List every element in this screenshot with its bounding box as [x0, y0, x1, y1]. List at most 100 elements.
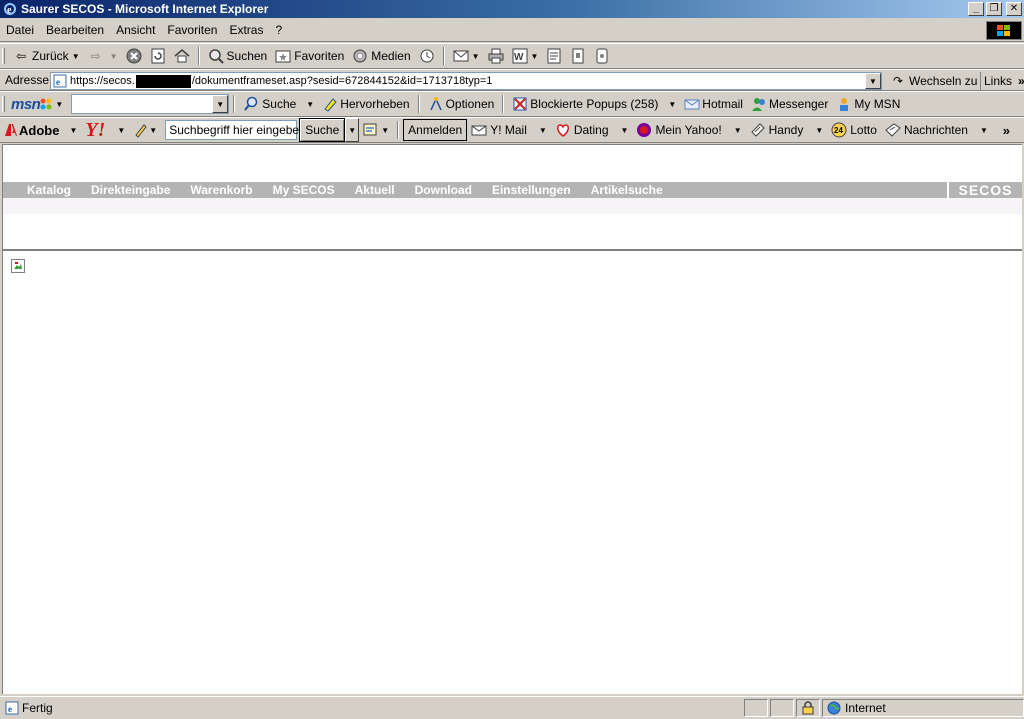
- yahoo-search-button-label: Suche: [305, 123, 340, 137]
- nav-einstellungen[interactable]: Einstellungen: [482, 183, 581, 197]
- double-chevron-right-icon[interactable]: »: [1018, 74, 1024, 88]
- nav-katalog[interactable]: Katalog: [3, 183, 81, 197]
- ssl-panel[interactable]: [796, 699, 820, 717]
- nav-artikelsuche[interactable]: Artikelsuche: [581, 183, 673, 197]
- favorites-button[interactable]: Favoriten: [271, 44, 348, 68]
- favorites-label: Favoriten: [294, 49, 345, 63]
- close-button[interactable]: ✕: [1006, 2, 1022, 16]
- blocked-popup-icon: [513, 97, 527, 111]
- chevron-down-icon[interactable]: ▼: [472, 52, 480, 61]
- chevron-down-icon[interactable]: ▼: [815, 126, 823, 135]
- chevron-down-icon[interactable]: ▼: [69, 126, 77, 135]
- home-button[interactable]: [170, 44, 194, 68]
- stop-button[interactable]: [122, 44, 146, 68]
- chevron-down-icon[interactable]: ▼: [306, 100, 314, 109]
- yahoo-toolbar: Adobe ▼ Y! ▼ ▼ Suchbegriff hier eingeben…: [0, 117, 1024, 143]
- msn-logo-button[interactable]: msn ▼: [9, 92, 67, 116]
- mymsn-button[interactable]: My MSN: [832, 92, 904, 116]
- msn-search-button[interactable]: Suche ▼: [239, 92, 318, 116]
- chevron-down-icon[interactable]: ▼: [72, 52, 80, 61]
- history-button[interactable]: [415, 44, 439, 68]
- zone-panel[interactable]: Internet: [822, 699, 1024, 717]
- status-panel-empty: [770, 699, 794, 717]
- chevron-down-icon[interactable]: ▼: [865, 73, 881, 89]
- research-button[interactable]: [566, 44, 590, 68]
- login-button[interactable]: Anmelden: [403, 119, 468, 141]
- edit-word-button[interactable]: W ▼: [508, 44, 543, 68]
- adobe-button[interactable]: Adobe ▼: [0, 118, 81, 142]
- go-button[interactable]: ↷ Wechseln zu: [890, 72, 978, 90]
- chevron-down-icon[interactable]: ▼: [117, 126, 125, 135]
- yahoo-search-button[interactable]: Suche: [299, 118, 346, 142]
- menu-favoriten[interactable]: Favoriten: [161, 23, 223, 37]
- chevron-down-icon[interactable]: ▼: [212, 95, 229, 113]
- adobe-logo-icon: [5, 124, 17, 136]
- chevron-down-icon[interactable]: ▼: [668, 100, 676, 109]
- menu-bearbeiten[interactable]: Bearbeiten: [40, 23, 110, 37]
- media-button[interactable]: Medien: [348, 44, 414, 68]
- nav-aktuell[interactable]: Aktuell: [345, 183, 405, 197]
- chevron-down-icon[interactable]: ▼: [980, 126, 988, 135]
- menu-extras[interactable]: Extras: [223, 23, 269, 37]
- svg-text:W: W: [514, 52, 524, 63]
- lotto-button[interactable]: 24 Lotto: [827, 118, 881, 142]
- yahoo-highlight-button[interactable]: ▼: [359, 118, 393, 142]
- yahoo-pen-button[interactable]: ▼: [129, 118, 161, 142]
- chevron-down-icon[interactable]: ▼: [539, 126, 547, 135]
- print-button[interactable]: [484, 44, 508, 68]
- window-title: Saurer SECOS - Microsoft Internet Explor…: [21, 2, 269, 16]
- back-button[interactable]: ⇦ Zurück ▼: [9, 44, 84, 68]
- status-panel-empty: [744, 699, 768, 717]
- double-chevron-right-icon[interactable]: »: [1003, 123, 1010, 138]
- zone-label: Internet: [845, 701, 886, 715]
- options-icon: [429, 97, 442, 111]
- msn-search-input[interactable]: ▼: [71, 94, 230, 114]
- yahoo-search-dropdown[interactable]: ▼: [345, 118, 360, 142]
- menu-help[interactable]: ?: [269, 23, 288, 37]
- history-icon: [420, 49, 434, 63]
- ymail-button[interactable]: Y! Mail ▼: [467, 118, 551, 142]
- highlight-button[interactable]: Hervorheben: [318, 92, 413, 116]
- heart-icon: [556, 124, 569, 137]
- news-label: Nachrichten: [903, 123, 968, 137]
- chevron-down-icon[interactable]: ▼: [621, 126, 629, 135]
- stop-icon: [126, 48, 142, 64]
- hotmail-button[interactable]: Hotmail: [680, 92, 747, 116]
- nav-warenkorb[interactable]: Warenkorb: [180, 183, 262, 197]
- refresh-button[interactable]: [146, 44, 170, 68]
- maximize-button[interactable]: ❐: [986, 2, 1002, 16]
- minimize-button[interactable]: _: [968, 2, 984, 16]
- svg-text:e: e: [56, 77, 60, 87]
- search-button[interactable]: Suchen: [204, 44, 272, 68]
- messenger-button[interactable]: Messenger: [747, 92, 832, 116]
- options-button[interactable]: Optionen: [424, 92, 499, 116]
- nav-direkteingabe[interactable]: Direkteingabe: [81, 183, 180, 197]
- nav-download[interactable]: Download: [405, 183, 482, 197]
- forward-button[interactable]: ⇨ ▼: [84, 44, 122, 68]
- chevron-down-icon[interactable]: ▼: [149, 126, 157, 135]
- myyahoo-button[interactable]: Mein Yahoo! ▼: [632, 118, 745, 142]
- yahoo-logo-button[interactable]: Y! ▼: [81, 118, 129, 142]
- chevron-down-icon[interactable]: ▼: [734, 126, 742, 135]
- messenger-toolbar-button[interactable]: [590, 44, 614, 68]
- menu-ansicht[interactable]: Ansicht: [110, 23, 161, 37]
- blocked-popups-button[interactable]: Blockierte Popups (258) ▼: [508, 92, 680, 116]
- mail-button[interactable]: ▼: [449, 44, 484, 68]
- news-button[interactable]: Nachrichten ▼: [881, 118, 992, 142]
- chevron-down-icon[interactable]: ▼: [381, 126, 389, 135]
- chevron-down-icon[interactable]: ▼: [531, 52, 539, 61]
- chevron-down-icon[interactable]: ▼: [110, 52, 118, 61]
- links-button[interactable]: Links »: [980, 72, 1024, 90]
- discuss-button[interactable]: [542, 44, 566, 68]
- menu-datei[interactable]: Datei: [0, 23, 40, 37]
- nav-my-secos[interactable]: My SECOS: [263, 183, 345, 197]
- toolbar-grip: [2, 95, 5, 113]
- mymsn-icon: [840, 98, 849, 111]
- myyahoo-label: Mein Yahoo!: [655, 123, 722, 137]
- address-input[interactable]: e https://secos. /dokumentframeset.asp?s…: [50, 72, 882, 90]
- highlight-icon: [363, 123, 377, 136]
- dating-button[interactable]: Dating ▼: [551, 118, 633, 142]
- handy-button[interactable]: Handy ▼: [746, 118, 828, 142]
- yahoo-search-input[interactable]: Suchbegriff hier eingeben: [165, 120, 306, 140]
- chevron-down-icon[interactable]: ▼: [55, 100, 63, 109]
